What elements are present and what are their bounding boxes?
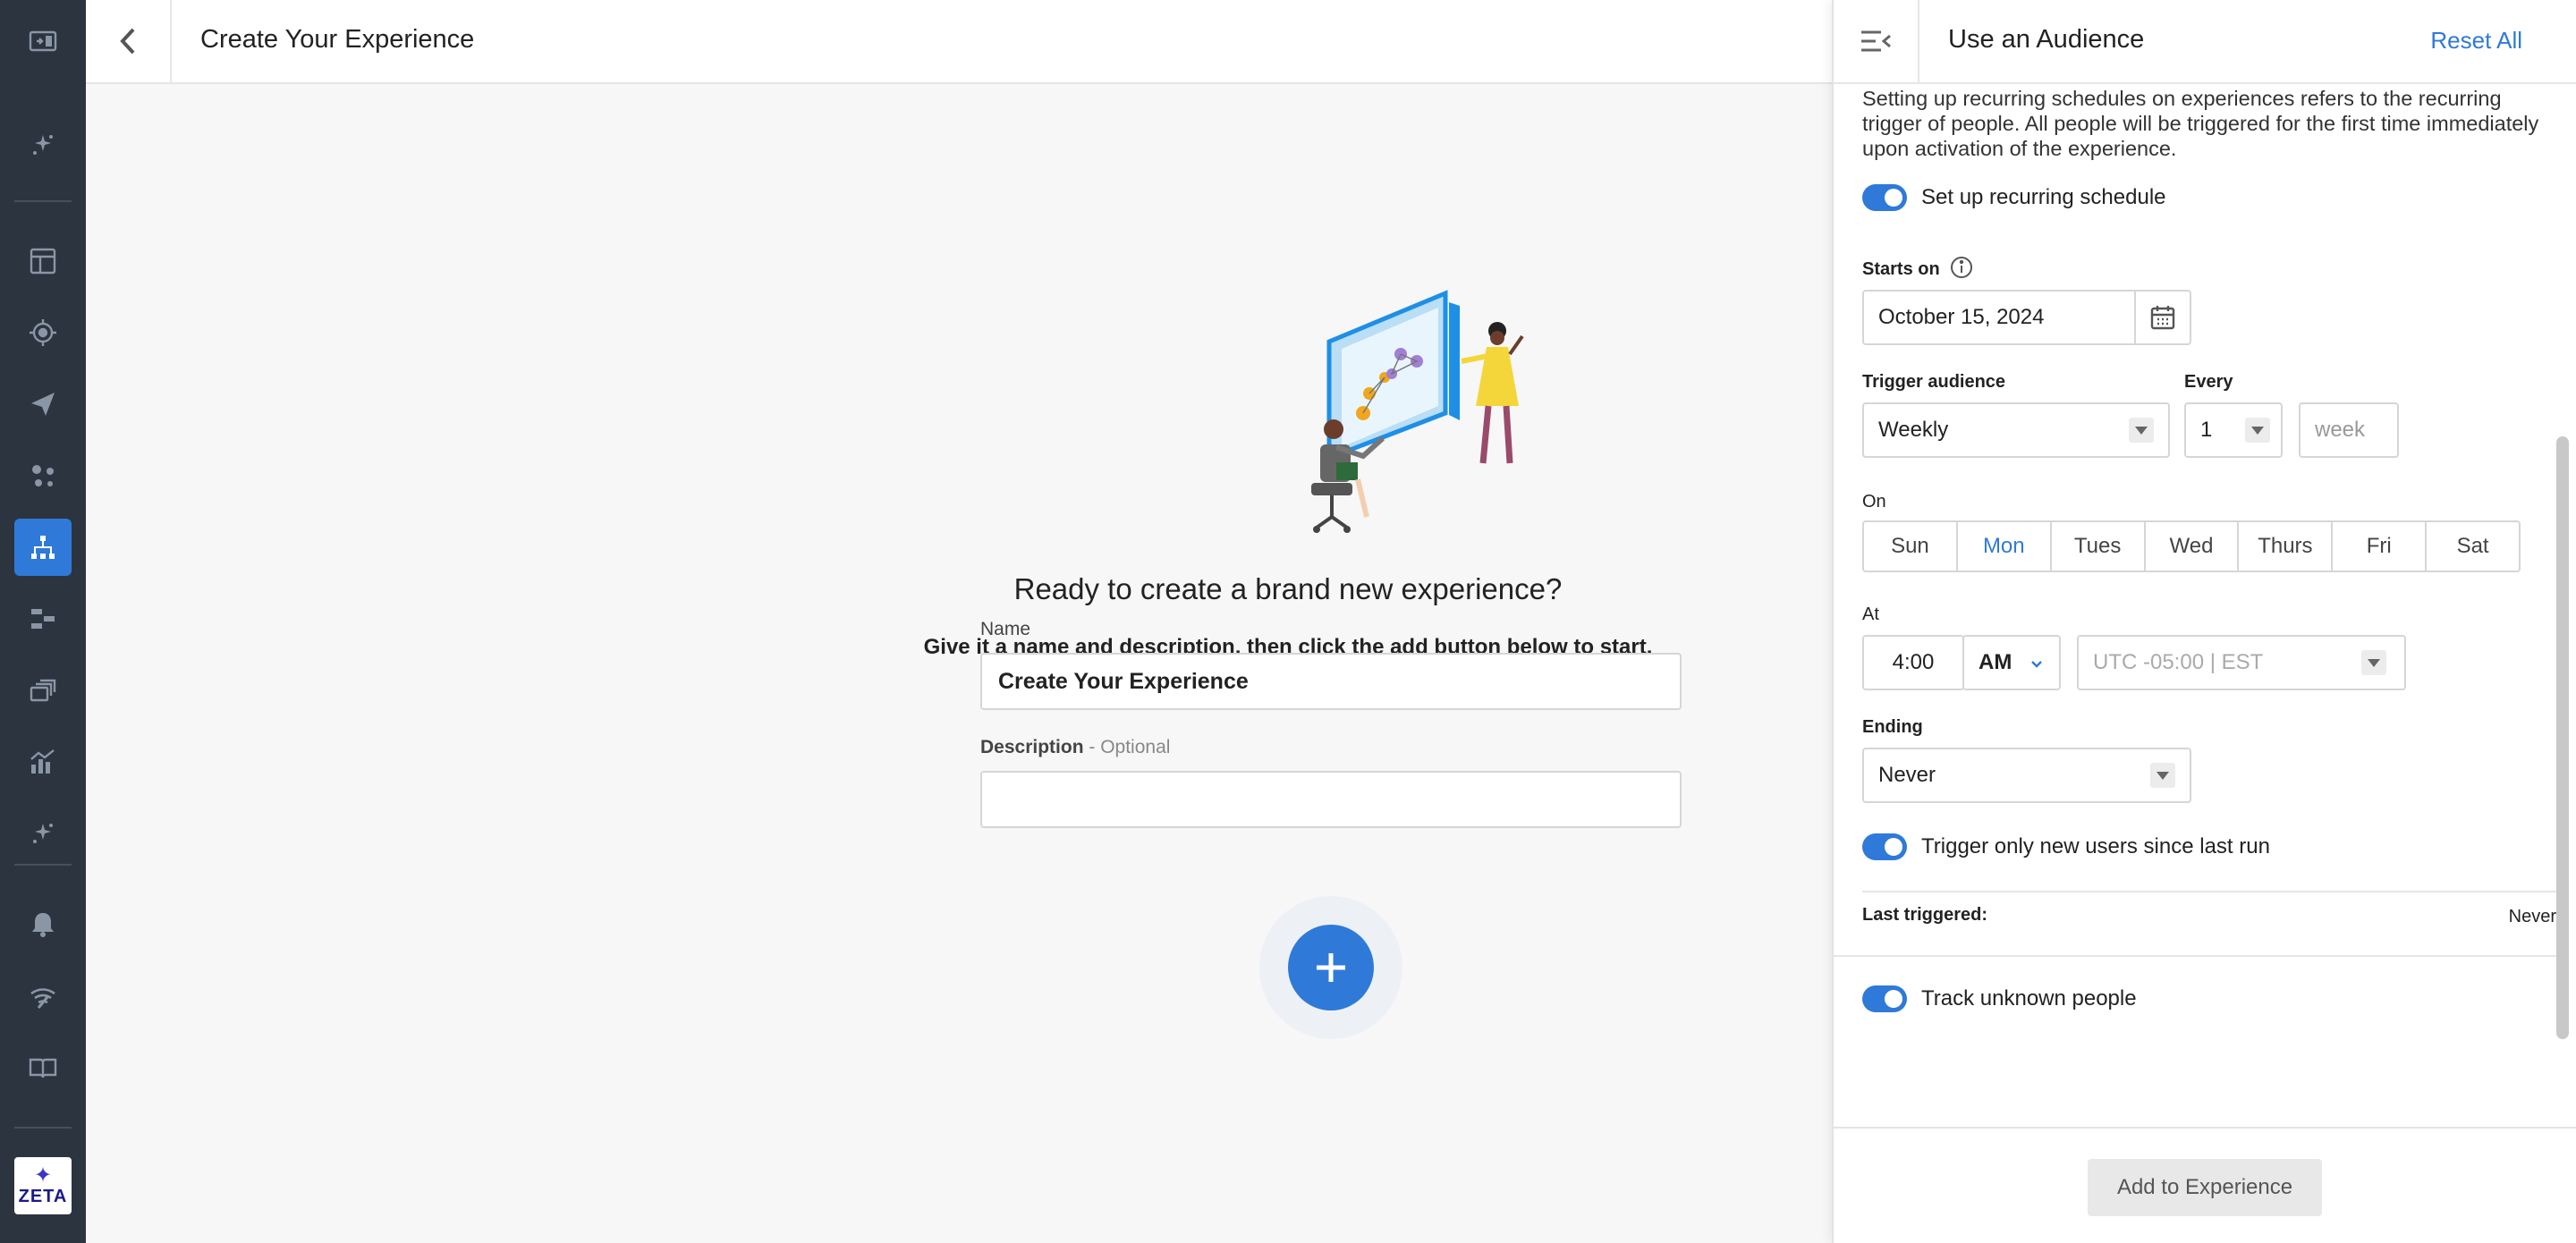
new-users-label: Trigger only new users since last run: [1921, 834, 2270, 858]
nav-divider: [14, 1127, 72, 1129]
back-button[interactable]: [86, 0, 172, 82]
ampm-select[interactable]: AM: [1962, 635, 2061, 690]
page-title: Create Your Experience: [200, 25, 475, 54]
calendar-icon: [2150, 306, 2175, 330]
collapse-panel-button[interactable]: [1834, 0, 1919, 82]
description-input[interactable]: [980, 771, 1682, 828]
timezone-select[interactable]: UTC -05:00 | EST: [2077, 635, 2406, 690]
ending-value: Never: [1878, 763, 1936, 787]
book-icon[interactable]: [14, 1039, 72, 1096]
chevron-down-icon: [2150, 763, 2175, 788]
hierarchy-icon[interactable]: [14, 519, 72, 576]
plus-icon: [1317, 953, 1345, 982]
panel-toggle-icon[interactable]: [14, 13, 72, 70]
panel-footer: Add to Experience: [1834, 1127, 2576, 1243]
recurring-schedule-label: Set up recurring schedule: [1921, 185, 2166, 209]
day-wed[interactable]: Wed: [2146, 522, 2240, 571]
trigger-audience-label: Trigger audience: [1862, 372, 2006, 392]
reset-all-link[interactable]: Reset All: [2430, 27, 2522, 55]
trigger-audience-value: Weekly: [1878, 418, 1949, 442]
timezone-value: UTC -05:00 | EST: [2093, 650, 2264, 674]
recurring-schedule-toggle[interactable]: [1862, 184, 1907, 211]
at-label: At: [1862, 605, 1879, 624]
left-nav: ✦ ZETA: [0, 0, 86, 1243]
track-unknown-label: Track unknown people: [1921, 986, 2137, 1010]
dashboard-icon[interactable]: [14, 233, 72, 290]
panel-scrollbar[interactable]: [2556, 436, 2569, 1039]
day-sat[interactable]: Sat: [2427, 522, 2519, 571]
time-input[interactable]: 4:00: [1862, 635, 1964, 690]
panel-header: Use an Audience Reset All: [1834, 0, 2576, 84]
audience-panel: Use an Audience Reset All Setting up rec…: [1832, 0, 2576, 1243]
top-header: Create Your Experience: [86, 0, 1832, 84]
day-selector: Sun Mon Tues Wed Thurs Fri Sat: [1862, 520, 2521, 572]
sparkle-icon[interactable]: [14, 116, 72, 173]
every-select[interactable]: 1: [2184, 402, 2283, 458]
section-divider: [1834, 955, 2556, 957]
day-fri[interactable]: Fri: [2333, 522, 2428, 571]
last-triggered-label: Last triggered:: [1862, 905, 1988, 925]
add-to-experience-button[interactable]: Add to Experience: [2088, 1159, 2322, 1216]
layers-icon[interactable]: [14, 662, 72, 719]
chevron-down-icon: [2129, 418, 2154, 443]
on-label: On: [1862, 492, 1886, 512]
network-icon[interactable]: [14, 447, 72, 504]
chevron-down-icon: [2031, 661, 2042, 668]
day-thurs[interactable]: Thurs: [2239, 522, 2334, 571]
day-mon[interactable]: Mon: [1958, 522, 2052, 571]
optional-text: - Optional: [1083, 737, 1171, 757]
add-button[interactable]: [1288, 925, 1374, 1010]
chart-icon[interactable]: [14, 733, 72, 791]
zeta-mark-icon: ✦: [33, 1163, 53, 1188]
zeta-logo[interactable]: ✦ ZETA: [14, 1157, 72, 1214]
time-value: 4:00: [1892, 650, 1935, 674]
signal-icon[interactable]: [14, 968, 72, 1025]
every-unit-value: week: [2315, 418, 2366, 442]
starts-on-label-text: Starts on: [1862, 259, 1940, 279]
chevron-down-icon: [2361, 650, 2386, 675]
nav-divider: [14, 200, 72, 202]
main-content: Ready to create a brand new experience? …: [86, 84, 1832, 1243]
ending-select[interactable]: Never: [1862, 748, 2191, 803]
track-unknown-row: Track unknown people: [1862, 985, 2137, 1012]
chevron-down-icon: [2245, 418, 2270, 443]
starts-on-date-value: October 15, 2024: [1878, 305, 2045, 329]
ampm-value: AM: [1979, 650, 2012, 674]
divider: [1862, 891, 2556, 892]
new-users-row: Trigger only new users since last run: [1862, 833, 2270, 860]
target-icon[interactable]: [14, 304, 72, 361]
name-input[interactable]: [980, 653, 1682, 710]
description-label-text: Description: [980, 737, 1084, 757]
recurring-intro-text: Setting up recurring schedules on experi…: [1862, 87, 2539, 160]
collapse-menu-icon: [1861, 30, 1891, 52]
new-users-toggle[interactable]: [1862, 833, 1907, 860]
info-icon[interactable]: [1950, 256, 1973, 279]
send-icon[interactable]: [14, 376, 72, 433]
every-label: Every: [2184, 372, 2233, 392]
trigger-audience-select[interactable]: Weekly: [1862, 402, 2170, 458]
last-triggered-value: Never: [2508, 907, 2556, 926]
ending-label: Ending: [1862, 717, 1923, 737]
bell-icon[interactable]: [14, 896, 72, 953]
nav-divider: [14, 864, 72, 866]
name-label: Name: [980, 619, 1031, 639]
starts-on-date-field[interactable]: October 15, 2024: [1862, 290, 2191, 345]
day-tues[interactable]: Tues: [2052, 522, 2146, 571]
logo-text: ZETA: [18, 1187, 68, 1206]
calendar-button[interactable]: [2134, 292, 2190, 343]
sparkle-icon[interactable]: [14, 805, 72, 862]
recurring-schedule-row: Set up recurring schedule: [1862, 184, 2166, 211]
description-label: Description - Optional: [980, 737, 1170, 758]
every-value: 1: [2200, 418, 2213, 442]
day-sun[interactable]: Sun: [1864, 522, 1958, 571]
track-unknown-toggle[interactable]: [1862, 985, 1907, 1012]
panel-scroll-area[interactable]: Setting up recurring schedules on experi…: [1834, 84, 2576, 1127]
starts-on-label: Starts on: [1862, 256, 1973, 280]
chevron-left-icon: [120, 28, 135, 55]
experience-illustration: [1311, 290, 1524, 533]
every-unit-field: week: [2299, 402, 2399, 458]
panel-title: Use an Audience: [1948, 25, 2145, 54]
